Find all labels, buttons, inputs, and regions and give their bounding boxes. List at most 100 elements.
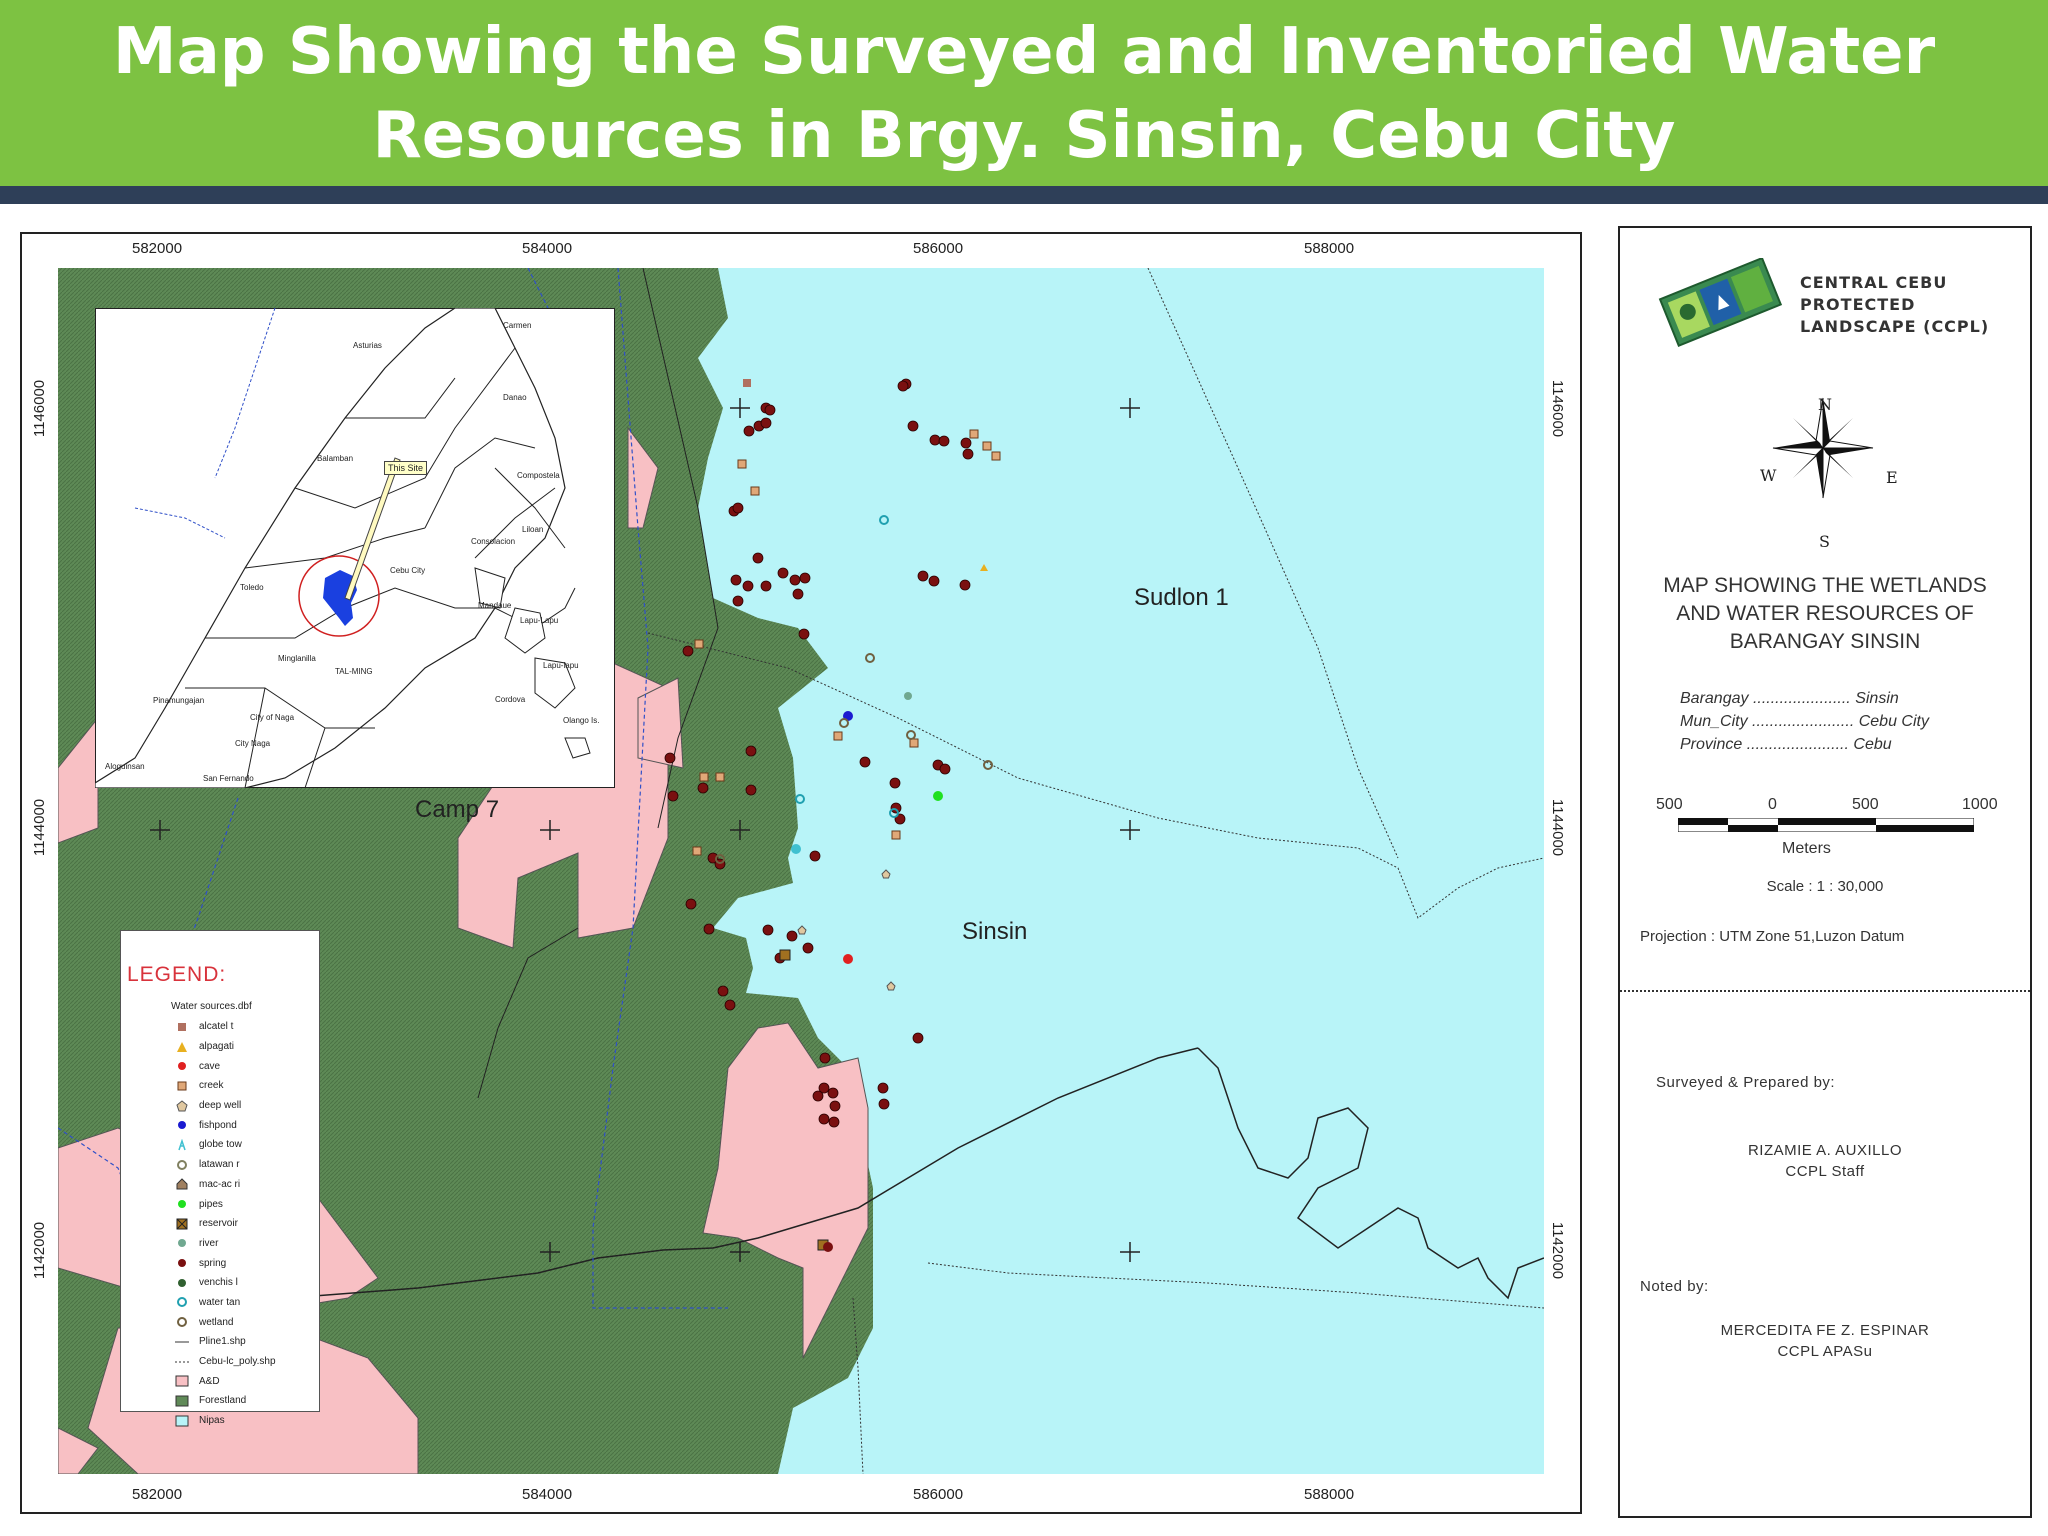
grid-label-x: 586000	[913, 1486, 964, 1503]
legend-symbol-icon	[175, 1395, 189, 1407]
grid-label-y: 1142000	[1549, 1221, 1567, 1280]
ccpl-logo-text: CENTRAL CEBU PROTECTED LANDSCAPE (CCPL)	[1800, 272, 1989, 338]
legend-symbol-icon	[175, 1415, 189, 1427]
legend-item: river	[175, 1234, 276, 1254]
spring-marker	[823, 1242, 833, 1252]
inset-label: Aloguinsan	[105, 762, 145, 771]
legend-item-label: Pline1.shp	[199, 1336, 246, 1348]
globe-tower-marker	[791, 844, 801, 854]
legend-item: latawan r	[175, 1155, 276, 1175]
scale-ratio: Scale : 1 : 30,000	[1766, 878, 1884, 895]
inset-label: San Fernando	[203, 774, 254, 783]
grid-label-x: 588000	[1304, 1486, 1355, 1503]
inset-label: Balamban	[317, 454, 353, 463]
info-key: Barangay ......................	[1680, 690, 1851, 707]
inset-locator-map: Carmen Asturias Danao Balamban Compostel…	[95, 308, 615, 788]
logo-line-1: CENTRAL CEBU	[1800, 273, 1948, 292]
inset-label: Asturias	[353, 341, 382, 350]
info-province: Province ....................... Cebu	[1680, 736, 1892, 754]
info-value: Cebu	[1853, 736, 1892, 753]
legend-item-label: Forestland	[199, 1395, 247, 1407]
scale-units: Meters	[1782, 840, 1831, 857]
compass-e: E	[1886, 468, 1898, 487]
legend-list: alcatel t alpagati cave creek deep well fishp…	[175, 1017, 276, 1430]
legend-item: alcatel t	[175, 1017, 276, 1037]
grid-label-x: 582000	[132, 240, 183, 257]
grid-label-y: 1146000	[31, 379, 49, 438]
legend-symbol-icon	[175, 1257, 189, 1269]
legend-item-label: A&D	[199, 1375, 220, 1387]
legend-item: water tan	[175, 1293, 276, 1313]
legend-symbol-icon	[175, 1356, 189, 1368]
legend-item-label: deep well	[199, 1100, 242, 1112]
grid-label-x: 588000	[1304, 240, 1355, 257]
legend-item-label: water tan	[199, 1296, 241, 1308]
legend-symbol-icon	[175, 1296, 189, 1308]
inset-label: Carmen	[503, 321, 531, 330]
legend-symbol-icon	[175, 1060, 189, 1072]
info-value: Sinsin	[1855, 690, 1899, 707]
panel-map-title: MAP SHOWING THE WETLANDS AND WATER RESOU…	[1620, 572, 2030, 656]
legend-item: globe tow	[175, 1135, 276, 1155]
legend-item: creek	[175, 1076, 276, 1096]
cave-marker	[843, 954, 853, 964]
legend-item: pipes	[175, 1194, 276, 1214]
scale-tick: 500	[1852, 796, 1879, 813]
info-mun-city: Mun_City ....................... Cebu Ci…	[1680, 713, 1929, 731]
legend-item: spring	[175, 1253, 276, 1273]
inset-label: Danao	[503, 393, 527, 402]
scale-tick: 500	[1656, 796, 1683, 813]
compass-n: N	[1818, 395, 1832, 414]
legend-symbol-icon	[175, 1218, 189, 1230]
map-legend: LEGEND: Water sources.dbf alcatel t alpag…	[120, 930, 320, 1427]
info-key: Mun_City .......................	[1680, 713, 1855, 730]
title-line-1: Map Showing the Surveyed and Inventoried…	[112, 15, 1936, 89]
compass-s: S	[1819, 532, 1830, 551]
legend-symbol-icon	[175, 1119, 189, 1131]
header-divider-bar	[0, 186, 2048, 204]
inset-label: Lapu-lapu	[543, 661, 579, 670]
inset-label: City Naga	[235, 739, 271, 748]
legend-item: venchis l	[175, 1273, 276, 1293]
legend-item: cave	[175, 1056, 276, 1076]
this-site-tag: This Site	[384, 461, 428, 475]
legend-symbol-icon	[175, 1099, 189, 1112]
legend-item-label: Nipas	[199, 1415, 225, 1427]
place-label-camp7: Camp 7	[415, 796, 500, 823]
legend-symbol-icon	[175, 1336, 189, 1348]
grid-label-x: 582000	[132, 1486, 183, 1503]
logo-line-3: LANDSCAPE (CCPL)	[1800, 317, 1990, 336]
legend-item-label: pipes	[199, 1198, 223, 1210]
title-line-2: Resources in Brgy. Sinsin, Cebu City	[372, 99, 1676, 173]
grid-label-y: 1144000	[31, 798, 49, 857]
grid-label-y: 1144000	[1549, 798, 1567, 857]
ccpl-logo-icon	[1658, 258, 1783, 347]
legend-symbol-icon	[175, 1080, 189, 1092]
grid-label-x: 584000	[522, 240, 573, 257]
surveyed-label: Surveyed & Prepared by:	[1656, 1074, 1836, 1091]
page-title: Map Showing the Surveyed and Inventoried…	[0, 10, 2048, 178]
info-value: Cebu City	[1858, 713, 1929, 730]
legend-item-label: venchis l	[199, 1277, 238, 1289]
legend-item: Forestland	[175, 1391, 276, 1411]
inset-label: TAL-MING	[335, 667, 373, 676]
surveyor-block: RIZAMIE A. AUXILLO CCPL Staff	[1620, 1140, 2030, 1182]
noted-block: MERCEDITA FE Z. ESPINAR CCPL APASu	[1620, 1320, 2030, 1362]
legend-item: deep well	[175, 1096, 276, 1116]
inset-label: Olango Is.	[563, 716, 599, 725]
inset-label: Minglanilla	[278, 654, 316, 663]
inset-label: Pinamungajan	[153, 696, 204, 705]
title-banner: Map Showing the Surveyed and Inventoried…	[0, 0, 2048, 186]
scale-tick: 0	[1768, 796, 1777, 813]
alcatel-marker	[743, 379, 751, 387]
logo-line-2: PROTECTED	[1800, 295, 1916, 314]
inset-label: Cordova	[495, 695, 526, 704]
scale-tick: 1000	[1962, 796, 1998, 813]
legend-symbol-icon	[175, 1375, 189, 1387]
inset-label: Consolacion	[471, 537, 515, 546]
compass-w: W	[1760, 466, 1777, 485]
legend-symbol-icon	[175, 1178, 189, 1190]
legend-item: wetland	[175, 1312, 276, 1332]
legend-item-label: wetland	[199, 1316, 234, 1328]
legend-item: Pline1.shp	[175, 1332, 276, 1352]
